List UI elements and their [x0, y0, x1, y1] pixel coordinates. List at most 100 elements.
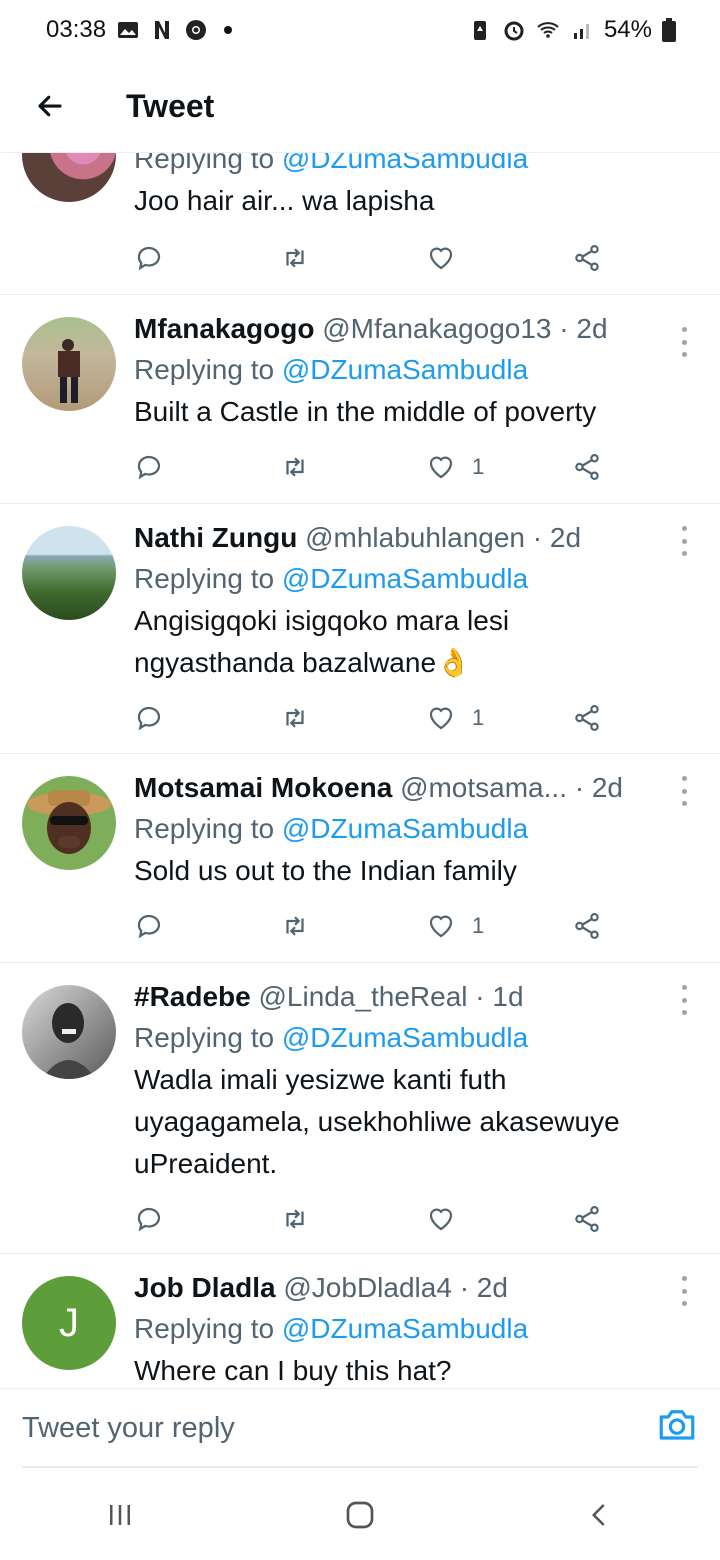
like-button[interactable]: [426, 238, 472, 278]
display-name[interactable]: Mfanakagogo: [134, 313, 314, 344]
battery-icon: [662, 18, 676, 42]
avatar[interactable]: [22, 152, 116, 202]
netflix-n-icon: [155, 21, 170, 39]
heart-icon: [429, 1208, 453, 1231]
tweet-item[interactable]: #Radebe @Linda_theReal · 1d Replying to …: [0, 963, 720, 1254]
replies-feed[interactable]: Replying to @DZumaSambudla Joo hair air.…: [0, 152, 720, 1388]
replying-to: Replying to @DZumaSambudla: [134, 563, 529, 594]
display-name[interactable]: Motsamai Mokoena: [134, 772, 392, 803]
mention-link[interactable]: @DZumaSambudla: [282, 354, 528, 385]
handle[interactable]: @JobDladla4: [283, 1272, 452, 1303]
share-button[interactable]: [572, 698, 602, 738]
like-button[interactable]: 1: [426, 698, 484, 738]
tweet-text: Sold us out to the Indian family: [134, 855, 517, 886]
status-bar: 03:38 54%: [0, 0, 720, 60]
share-icon: [575, 454, 599, 480]
reply-button[interactable]: [134, 238, 164, 278]
notification-dot-icon: [224, 26, 233, 34]
home-icon: [346, 1501, 374, 1529]
tweet-time: · 2d: [532, 522, 582, 553]
mention-link[interactable]: @DZumaSambudla: [282, 1313, 528, 1344]
tweet-actions: [134, 238, 614, 278]
tweet-header: Mfanakagogo @Mfanakagogo13 · 2d: [134, 309, 680, 349]
retweet-icon: [286, 916, 304, 936]
tweet-actions: [134, 1199, 614, 1239]
share-button[interactable]: [572, 1199, 602, 1239]
wifi-icon: [537, 22, 559, 38]
replying-to: Replying to @DZumaSambudla: [134, 1313, 529, 1344]
recent-apps-button[interactable]: [80, 1485, 160, 1545]
handle[interactable]: @motsama...: [400, 772, 567, 803]
share-icon: [575, 913, 599, 939]
retweet-button[interactable]: [280, 1199, 310, 1239]
retweet-button[interactable]: [280, 698, 310, 738]
like-button[interactable]: 1: [426, 447, 484, 487]
heart-icon: [429, 915, 453, 938]
mention-link[interactable]: @DZumaSambudla: [282, 1022, 528, 1053]
back-button[interactable]: [20, 76, 80, 136]
mention-link[interactable]: @DZumaSambudla: [282, 152, 528, 174]
like-button[interactable]: [426, 1199, 472, 1239]
tweet-item[interactable]: Motsamai Mokoena @motsama... · 2d Replyi…: [0, 754, 720, 963]
avatar[interactable]: [22, 526, 116, 620]
system-nav-bar: [0, 1470, 720, 1560]
back-chevron-icon: [591, 1504, 605, 1526]
handle[interactable]: @mhlabuhlangen: [305, 522, 525, 553]
reply-composer: [0, 1388, 720, 1468]
gallery-icon: [118, 22, 139, 38]
tweet-header: Nathi Zungu @mhlabuhlangen · 2d: [134, 518, 680, 558]
tweet-item[interactable]: J Job Dladla @JobDladla4 · 2d Replying t…: [0, 1254, 720, 1388]
avatar[interactable]: J: [22, 1276, 116, 1370]
recents-icon: [110, 1505, 130, 1525]
home-button[interactable]: [320, 1485, 400, 1545]
reply-button[interactable]: [134, 1199, 164, 1239]
avatar[interactable]: [22, 776, 116, 870]
retweet-icon: [286, 248, 304, 268]
reply-button[interactable]: [134, 906, 164, 946]
handle[interactable]: @Mfanakagogo13: [322, 313, 551, 344]
retweet-icon: [286, 1209, 304, 1229]
tweet-header: #Radebe @Linda_theReal · 1d: [134, 977, 680, 1017]
share-button[interactable]: [572, 447, 602, 487]
tweet-text: Built a Castle in the middle of poverty: [134, 396, 597, 427]
avatar[interactable]: [22, 317, 116, 411]
handle[interactable]: @Linda_theReal: [259, 981, 468, 1012]
heart-icon: [429, 456, 453, 479]
share-icon: [575, 705, 599, 731]
share-button[interactable]: [572, 238, 602, 278]
share-button[interactable]: [572, 906, 602, 946]
tweet-text: Where can I buy this hat?: [134, 1355, 452, 1386]
retweet-icon: [286, 708, 304, 728]
signal-icon: [573, 24, 589, 39]
back-nav-button[interactable]: [560, 1485, 640, 1545]
retweet-button[interactable]: [280, 447, 310, 487]
tweet-item[interactable]: Replying to @DZumaSambudla Joo hair air.…: [0, 152, 720, 295]
tweet-item[interactable]: Mfanakagogo @Mfanakagogo13 · 2d Replying…: [0, 295, 720, 504]
battery-saver-icon: [473, 21, 486, 40]
avatar[interactable]: [22, 985, 116, 1079]
chrome-icon: [186, 20, 207, 40]
camera-button[interactable]: [656, 1403, 698, 1445]
reply-input[interactable]: [22, 1407, 622, 1449]
display-name[interactable]: #Radebe: [134, 981, 251, 1012]
retweet-button[interactable]: [280, 238, 310, 278]
mention-link[interactable]: @DZumaSambudla: [282, 563, 528, 594]
tweet-item[interactable]: Nathi Zungu @mhlabuhlangen · 2d Replying…: [0, 504, 720, 754]
reply-button[interactable]: [134, 698, 164, 738]
tweet-text: Joo hair air... wa lapisha: [134, 185, 435, 216]
display-name[interactable]: Nathi Zungu: [134, 522, 297, 553]
like-count: 1: [472, 913, 485, 938]
display-name[interactable]: Job Dladla: [134, 1272, 276, 1303]
reply-button[interactable]: [134, 447, 164, 487]
mention-link[interactable]: @DZumaSambudla: [282, 813, 528, 844]
share-icon: [575, 245, 599, 271]
reply-icon: [137, 246, 161, 271]
reply-icon: [137, 706, 161, 731]
retweet-button[interactable]: [280, 906, 310, 946]
page-title: Tweet: [126, 87, 215, 124]
tweet-text: Angisigqoki isigqoko mara lesi ngyasthan…: [134, 605, 510, 678]
like-button[interactable]: 1: [426, 906, 484, 946]
camera-icon: [659, 1410, 695, 1440]
heart-icon: [429, 707, 453, 730]
tweet-time: · 2d: [574, 772, 623, 803]
